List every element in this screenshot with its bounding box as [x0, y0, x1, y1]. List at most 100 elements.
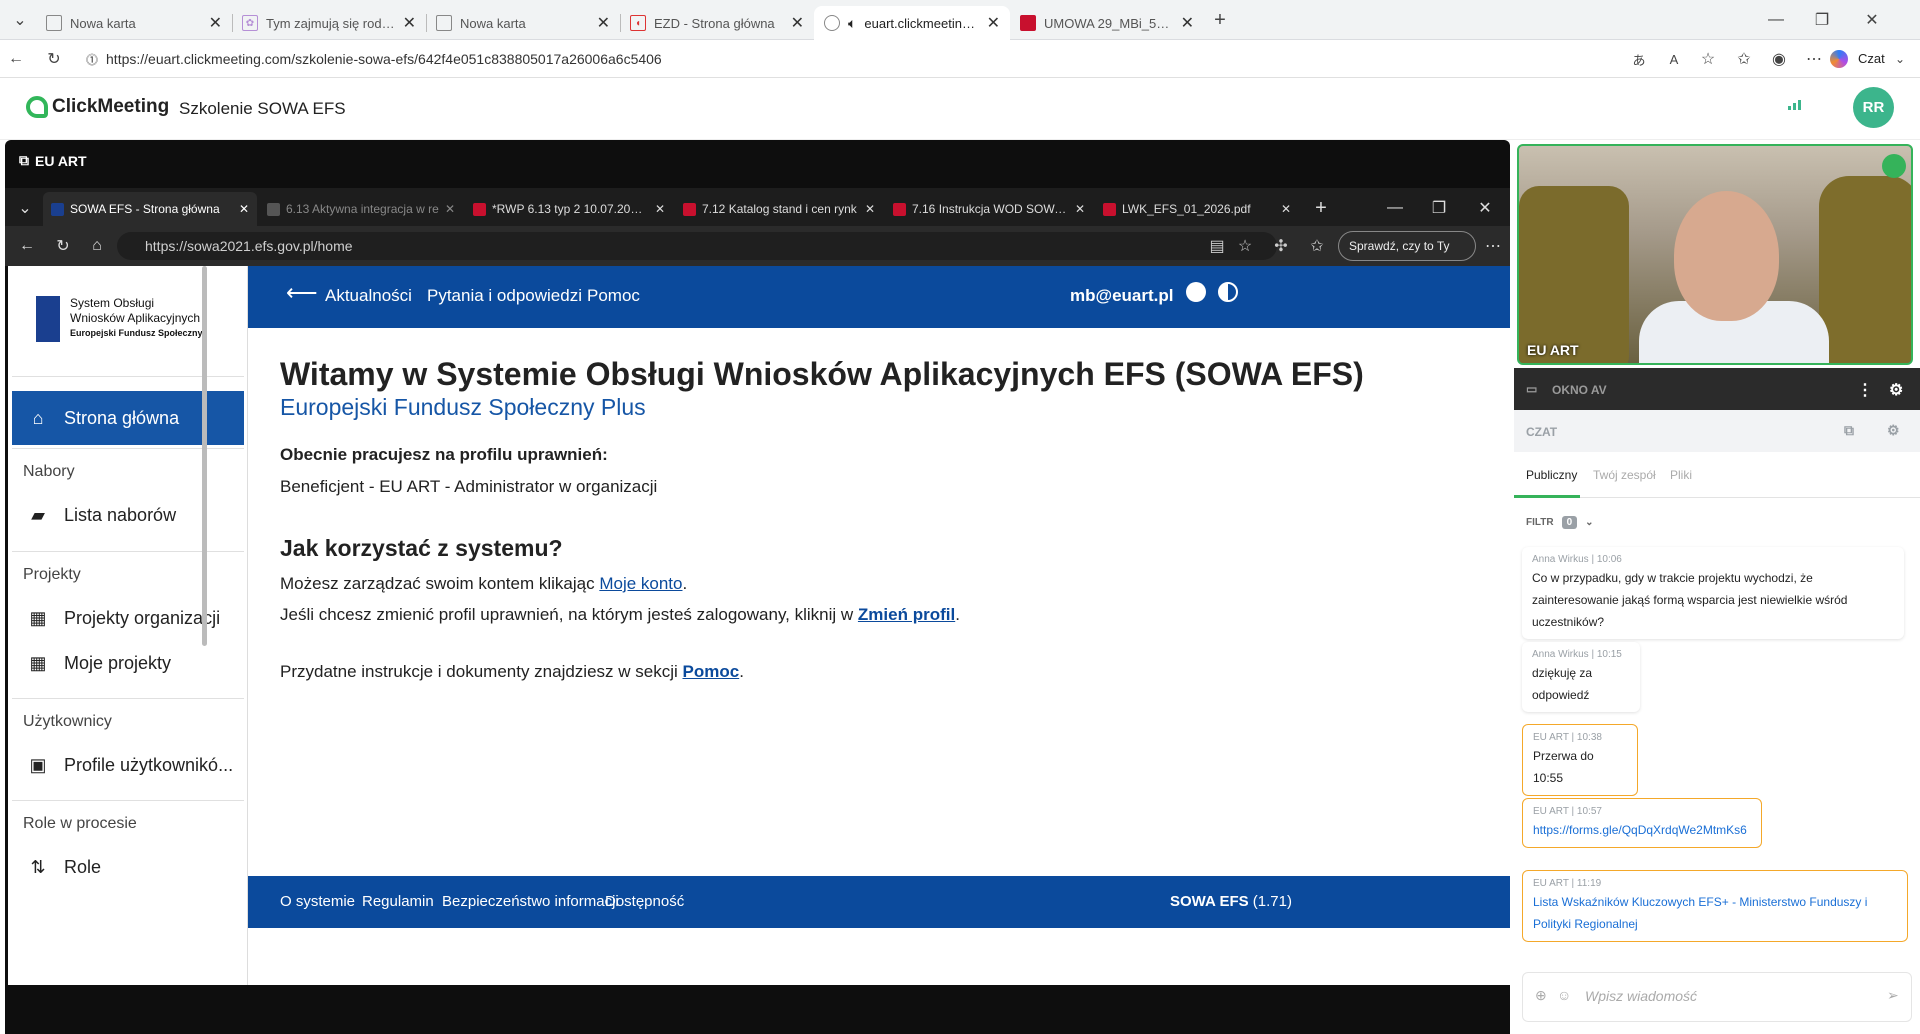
copilot-label[interactable]: Czat: [1858, 51, 1885, 66]
close-icon[interactable]: ✕: [987, 13, 1000, 33]
address-bar[interactable]: ⓵ https://euart.clickmeeting.com/szkolen…: [78, 44, 1688, 74]
zmien-profil-link[interactable]: Zmień profil: [858, 605, 955, 624]
pomoc-link[interactable]: Pomoc: [683, 662, 740, 681]
presenter-video[interactable]: EU ART: [1517, 144, 1913, 365]
sidebar-item-home[interactable]: ⌂ Strona główna: [12, 391, 244, 445]
new-tab-icon[interactable]: +: [1206, 6, 1234, 34]
close-icon[interactable]: ✕: [1075, 202, 1085, 216]
restore-icon[interactable]: ❐: [1808, 6, 1836, 34]
close-icon[interactable]: ✕: [655, 202, 665, 216]
butterfly-icon: ✿: [242, 15, 258, 31]
nav-pomoc[interactable]: Pomoc: [587, 286, 640, 306]
browser-tab[interactable]: UMOWA 29_MBi_58_2026-sig-1.pc ✕: [1010, 6, 1204, 40]
translate-icon[interactable]: あ: [1625, 45, 1653, 73]
restore-icon[interactable]: ❐: [1425, 194, 1453, 222]
message-link[interactable]: https://forms.gle/QqDqXrdqWe2MtmKs6: [1533, 823, 1747, 837]
signal-strength-icon: [1788, 100, 1801, 110]
window-close-icon[interactable]: ✕: [1471, 194, 1499, 222]
chevron-down-icon[interactable]: ⌄: [1886, 45, 1914, 73]
browser-tab[interactable]: ✿ Tym zajmują się rodzice Skolima. M ✕: [232, 6, 426, 40]
pdf-icon: [1020, 15, 1036, 31]
reader-icon[interactable]: ▤: [1203, 232, 1231, 260]
more-vertical-icon[interactable]: ⋮: [1857, 380, 1873, 400]
shared-tab[interactable]: 6.13 Aktywna integracja w re ✕: [259, 192, 463, 226]
close-icon[interactable]: ✕: [597, 13, 610, 33]
shared-tab-active[interactable]: SOWA EFS - Strona główna ✕: [43, 192, 257, 226]
close-icon[interactable]: ✕: [403, 13, 416, 33]
home-icon[interactable]: ⌂: [83, 232, 111, 260]
footer-regulamin[interactable]: Regulamin: [362, 893, 434, 910]
popout-icon[interactable]: ⧉: [1844, 422, 1854, 439]
shared-tab[interactable]: 7.16 Instrukcja WOD SOWA 6 ✕: [885, 192, 1093, 226]
settings-icon[interactable]: ⚙: [1887, 422, 1900, 439]
message-link[interactable]: Lista Wskaźników Kluczowych EFS+ - Minis…: [1533, 895, 1867, 931]
more-icon[interactable]: ⋯: [1800, 45, 1828, 73]
back-icon[interactable]: ←: [13, 232, 41, 260]
shared-tab[interactable]: LWK_EFS_01_2026.pdf ✕: [1095, 192, 1299, 226]
new-tab-icon[interactable]: +: [1307, 194, 1335, 222]
favorites-bar-icon[interactable]: ✩: [1303, 232, 1331, 260]
nav-aktualnosci[interactable]: Aktualności: [325, 286, 412, 306]
tab-publiczny[interactable]: Publiczny: [1526, 468, 1577, 482]
favorite-icon[interactable]: ☆: [1694, 45, 1722, 73]
tab-zespol[interactable]: Twój zespół: [1593, 468, 1656, 482]
footer-bezpieczenstwo[interactable]: Bezpieczeństwo informacji: [442, 893, 619, 910]
more-icon[interactable]: ⋯: [1479, 232, 1507, 260]
contrast-icon[interactable]: [1218, 282, 1238, 302]
avatar[interactable]: RR: [1853, 87, 1894, 128]
attach-icon[interactable]: ⊕: [1535, 987, 1547, 1004]
window-close-icon[interactable]: ✕: [1858, 6, 1886, 34]
shared-address-bar[interactable]: https://sowa2021.efs.gov.pl/home: [117, 232, 1277, 260]
browser-tab[interactable]: Nowa karta ✕: [426, 6, 620, 40]
site-info-icon[interactable]: ⓵: [86, 51, 98, 68]
minimize-icon[interactable]: —: [1762, 6, 1790, 34]
footer-dostepnosc[interactable]: Dostępność: [605, 893, 684, 910]
tab-pliki[interactable]: Pliki: [1670, 468, 1692, 482]
browser-tab[interactable]: ◖ EZD - Strona główna ✕: [620, 6, 814, 40]
emoji-icon[interactable]: ☺: [1557, 987, 1571, 1003]
copilot-icon[interactable]: [1830, 50, 1848, 68]
nav-pytania[interactable]: Pytania i odpowiedzi: [427, 286, 582, 306]
close-icon[interactable]: ✕: [791, 13, 804, 33]
back-icon[interactable]: ←: [2, 45, 30, 73]
chat-input[interactable]: ⊕ ☺ Wpisz wiadomość ➢: [1522, 972, 1912, 1022]
favorite-icon[interactable]: ☆: [1231, 232, 1259, 260]
book-icon: ▰: [31, 504, 45, 525]
footer-o-systemie[interactable]: O systemie: [280, 893, 355, 910]
read-aloud-icon[interactable]: A: [1660, 45, 1688, 73]
reload-icon[interactable]: ↻: [49, 232, 77, 260]
sidebar-scrollbar[interactable]: [202, 266, 207, 646]
moje-konto-link[interactable]: Moje konto: [599, 574, 682, 593]
pdf-icon: [1103, 202, 1116, 216]
extensions-icon[interactable]: ✣: [1267, 232, 1295, 260]
reload-icon[interactable]: ↻: [40, 45, 68, 73]
sidebar-item-lista-naborow[interactable]: ▰ Lista naborów: [12, 488, 244, 542]
favorites-bar-icon[interactable]: ✩: [1730, 45, 1758, 73]
back-arrow-icon[interactable]: ⟵: [286, 280, 318, 306]
speaker-icon[interactable]: 🔈︎: [848, 15, 856, 32]
send-icon[interactable]: ➢: [1887, 987, 1899, 1004]
tab-list-icon[interactable]: ⌄: [6, 6, 34, 34]
profile-check-button[interactable]: Sprawdź, czy to Ty: [1338, 231, 1476, 261]
sidebar-item-role[interactable]: ⇅ Role: [12, 840, 244, 894]
browser-tab-active[interactable]: 🔈︎ euart.clickmeeting.com/szkole ✕: [814, 6, 1010, 40]
user-email[interactable]: mb@euart.pl: [1070, 286, 1173, 306]
profile-icon[interactable]: ◉: [1765, 45, 1793, 73]
chat-filter[interactable]: FILTR 0 ⌄: [1526, 516, 1594, 529]
sidebar-item-moje-projekty[interactable]: ▦ Moje projekty: [12, 636, 244, 690]
settings-icon[interactable]: ⚙: [1889, 380, 1903, 400]
minimize-icon[interactable]: —: [1381, 194, 1409, 222]
close-icon[interactable]: ✕: [445, 202, 455, 216]
close-icon[interactable]: ✕: [865, 202, 875, 216]
close-icon[interactable]: ✕: [239, 202, 249, 216]
shared-tab[interactable]: 7.12 Katalog stand i cen rynk ✕: [675, 192, 883, 226]
globe-icon: [824, 15, 840, 31]
browser-tab[interactable]: Nowa karta ✕: [36, 6, 232, 40]
close-icon[interactable]: ✕: [209, 13, 222, 33]
tab-list-icon[interactable]: ⌄: [11, 194, 39, 222]
account-icon[interactable]: [1186, 282, 1206, 302]
close-icon[interactable]: ✕: [1181, 13, 1194, 33]
shared-tab[interactable]: *RWP 6.13 typ 2 10.07.2026.p ✕: [465, 192, 673, 226]
close-icon[interactable]: ✕: [1281, 202, 1291, 216]
sidebar-item-profile[interactable]: ▣ Profile użytkownikó...: [12, 738, 244, 792]
